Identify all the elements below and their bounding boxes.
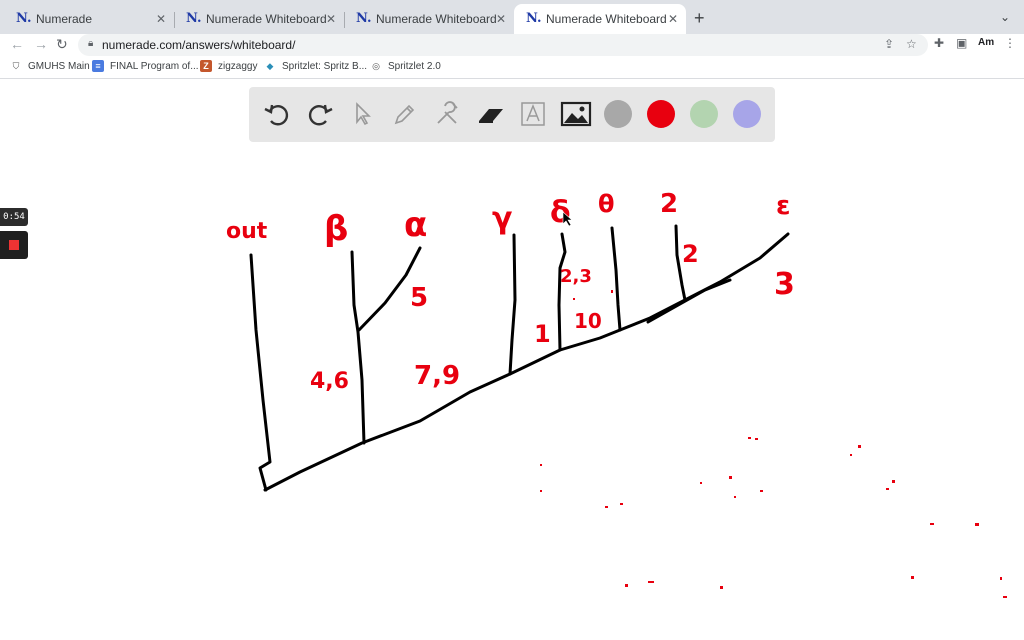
branch-theta [610, 226, 622, 332]
label-gamma: γ [492, 201, 512, 236]
label-two-lower: 2 [682, 240, 699, 268]
label-delta: δ [550, 195, 571, 230]
label-five: 5 [410, 283, 428, 313]
extra-stroke [646, 278, 732, 324]
label-epsilon: ε [776, 191, 790, 221]
label-beta: β [324, 209, 348, 249]
branch-delta [557, 232, 567, 352]
label-four-six: 4,6 [310, 369, 349, 394]
label-two-top: 2 [660, 189, 678, 219]
label-alpha: α [404, 205, 427, 245]
label-theta: θ [598, 190, 615, 218]
tree-root-branch [263, 232, 790, 492]
branch-gamma [508, 233, 517, 376]
label-seven-nine: 7,9 [414, 361, 460, 391]
branch-out [249, 253, 272, 492]
whiteboard-canvas[interactable]: out β α γ δ θ 2 ε 5 2,3 10 1 4,6 7,9 2 3 [0, 0, 1024, 640]
label-two-three: 2,3 [560, 266, 592, 287]
stray-ink-marks [540, 290, 1007, 598]
label-three: 3 [774, 267, 795, 302]
label-one: 1 [534, 320, 551, 348]
label-out: out [226, 219, 268, 244]
label-ten: 10 [574, 309, 602, 333]
branch-beta [350, 250, 366, 445]
